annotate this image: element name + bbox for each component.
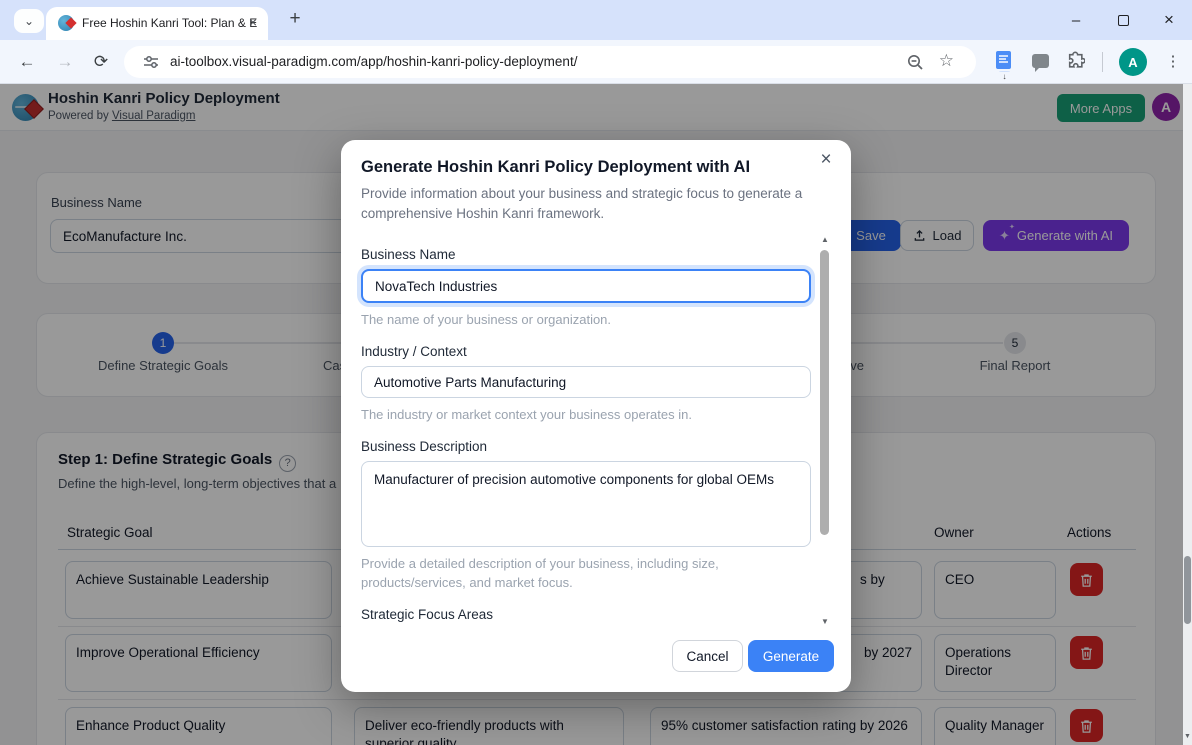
forward-icon[interactable]: → — [52, 49, 78, 75]
browser-profile-avatar[interactable]: A — [1119, 48, 1147, 76]
generate-ai-dialog: × Generate Hoshin Kanri Policy Deploymen… — [341, 140, 851, 692]
zoom-out-icon[interactable] — [906, 53, 924, 71]
new-tab-button[interactable]: + — [282, 6, 308, 32]
browser-menu-icon[interactable]: ⋮ — [1160, 49, 1186, 75]
address-bar[interactable]: ai-toolbox.visual-paradigm.com/app/hoshi… — [124, 46, 976, 78]
page-scrollbar-thumb[interactable] — [1184, 556, 1191, 624]
business-description-textarea[interactable]: Manufacturer of precision automotive com… — [361, 461, 811, 548]
scroll-down-icon[interactable]: ▼ — [1183, 733, 1192, 740]
dialog-scrollbar[interactable]: ▲ ▼ — [818, 235, 832, 627]
dialog-subtitle: Provide information about your business … — [361, 186, 803, 221]
window-maximize-button[interactable] — [1108, 6, 1138, 34]
business-description-help: Provide a detailed description of your b… — [361, 556, 719, 590]
back-icon[interactable]: ← — [14, 49, 40, 75]
modal-business-name-help: The name of your business or organizatio… — [361, 312, 612, 327]
bookmark-star-icon[interactable]: ☆ — [939, 51, 954, 71]
tab-search-chevron-icon[interactable]: ⌄ — [14, 9, 44, 33]
scroll-up-icon[interactable]: ▲ — [818, 235, 832, 244]
site-info-icon[interactable] — [142, 53, 160, 71]
business-description-label: Business Description — [361, 439, 488, 455]
industry-label: Industry / Context — [361, 344, 467, 360]
industry-help: The industry or market context your busi… — [361, 407, 692, 423]
screen: ⌄ Free Hoshin Kanri Tool: Plan & E × + –… — [0, 0, 1192, 745]
dialog-close-icon[interactable]: × — [813, 146, 839, 172]
focus-areas-label: Strategic Focus Areas — [361, 606, 494, 622]
modal-business-name-input[interactable] — [361, 269, 811, 303]
toolbar-separator — [1102, 52, 1103, 72]
extension-doc-icon[interactable]: ↓ — [996, 51, 1011, 80]
generate-button[interactable]: Generate — [748, 640, 834, 672]
window-close-button[interactable]: × — [1154, 6, 1184, 34]
dialog-form: Business Name The name of your business … — [341, 232, 851, 628]
page-scrollbar[interactable]: ▼ — [1183, 84, 1192, 745]
tab-title: Free Hoshin Kanri Tool: Plan & E — [82, 16, 258, 30]
dialog-scrollbar-thumb[interactable] — [820, 250, 829, 535]
window-minimize-button[interactable]: – — [1061, 6, 1091, 34]
extension-chat-icon[interactable] — [1032, 54, 1049, 72]
browser-titlebar: ⌄ Free Hoshin Kanri Tool: Plan & E × + –… — [0, 0, 1192, 40]
modal-business-name-label: Business Name — [361, 247, 456, 262]
tab-favicon — [58, 15, 77, 31]
industry-input[interactable] — [361, 366, 811, 399]
cancel-button[interactable]: Cancel — [672, 640, 743, 672]
scroll-down-icon[interactable]: ▼ — [818, 617, 832, 626]
reload-icon[interactable]: ⟳ — [88, 49, 114, 75]
dialog-title: Generate Hoshin Kanri Policy Deployment … — [361, 158, 751, 176]
browser-toolbar: ← → ⟳ ai-toolbox.visual-paradigm.com/app… — [0, 40, 1192, 84]
url-text[interactable]: ai-toolbox.visual-paradigm.com/app/hoshi… — [170, 54, 577, 69]
tab-close-icon[interactable]: × — [244, 14, 262, 32]
extensions-puzzle-icon[interactable] — [1066, 51, 1086, 75]
maximize-icon — [1117, 14, 1129, 26]
browser-tab[interactable]: Free Hoshin Kanri Tool: Plan & E × — [46, 7, 268, 40]
